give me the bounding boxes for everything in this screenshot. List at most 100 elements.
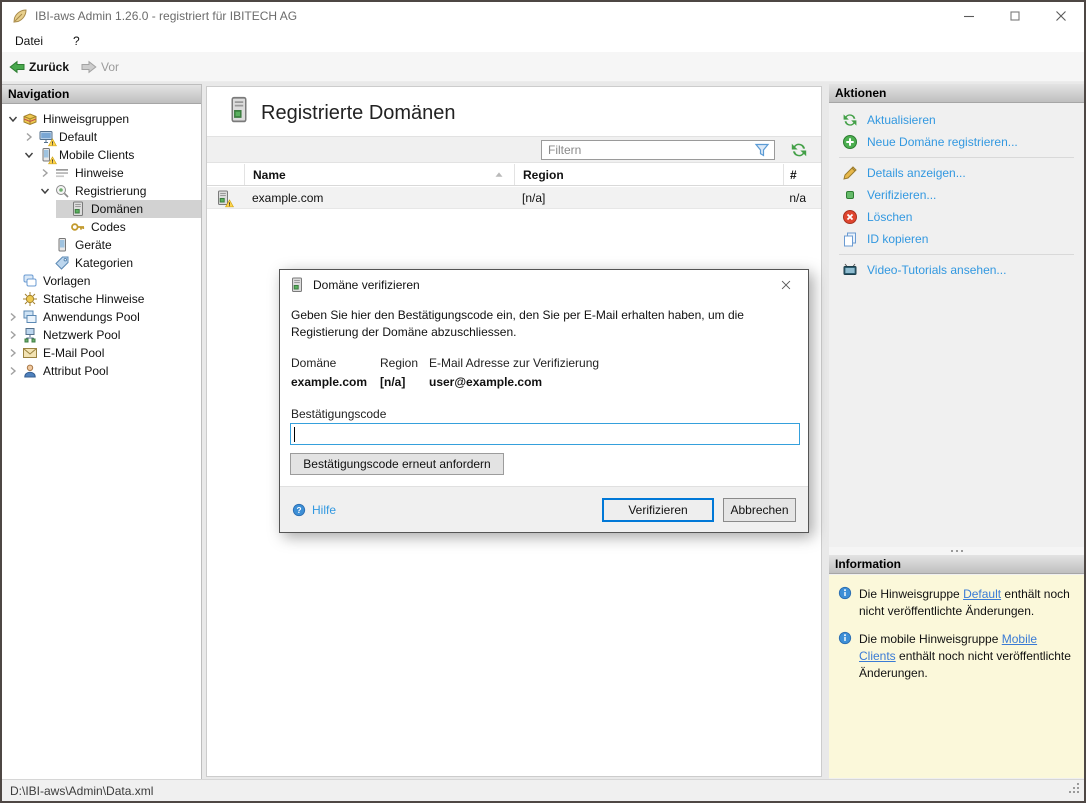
navigation-header: Navigation [2, 85, 201, 104]
sidebar-item-label: Hinweisgruppen [43, 112, 130, 126]
sidebar-item-hinweise[interactable]: Hinweise [2, 164, 201, 182]
sidebar-item-vorlagen[interactable]: Vorlagen [2, 272, 201, 290]
info-item: Die Hinweisgruppe Default enthält noch n… [829, 575, 1084, 620]
panel-splitter[interactable] [829, 547, 1084, 555]
row-count-cell: n/a [783, 187, 821, 208]
toolbar: Zurück Vor [2, 52, 1084, 82]
table-row[interactable]: example.com [n/a] n/a [207, 187, 821, 209]
sidebar-item-codes[interactable]: Codes [2, 218, 201, 236]
sidebar-item-label: Registrierung [75, 184, 147, 198]
sidebar-item-kategorien[interactable]: Kategorien [2, 254, 201, 272]
resize-grip[interactable] [1069, 783, 1081, 798]
divider [839, 254, 1074, 255]
sidebar-item-label: Default [59, 130, 98, 144]
title-bar: IBI-aws Admin 1.26.0 - registriert für I… [2, 2, 1084, 30]
sidebar-item-hinweisgruppen[interactable]: Hinweisgruppen [2, 110, 201, 128]
window-title: IBI-aws Admin 1.26.0 - registriert für I… [35, 9, 298, 23]
sidebar-item-label: Geräte [75, 238, 112, 252]
dialog-close-icon[interactable] [773, 272, 799, 298]
pencil-icon [842, 165, 858, 181]
row-icon-cell [207, 187, 244, 208]
sidebar-item-netzwerk-pool[interactable]: Netzwerk Pool [2, 326, 201, 344]
sidebar-item-attribut-pool[interactable]: Attribut Pool [2, 362, 201, 380]
refresh-icon [842, 112, 858, 128]
chevron-down-icon[interactable] [8, 114, 22, 124]
chevron-right-icon[interactable] [8, 312, 22, 322]
action-label: ID kopieren [867, 232, 929, 246]
minimize-button[interactable] [946, 2, 992, 30]
sidebar-item-domaenen[interactable]: Domänen [2, 200, 201, 218]
confirmation-code-input[interactable] [290, 423, 800, 445]
right-column: Aktionen Aktualisieren Neue Domäne regis… [829, 84, 1084, 779]
help-link[interactable]: Hilfe [292, 503, 336, 517]
sidebar-item-label: Statische Hinweise [43, 292, 145, 306]
column-header-name[interactable]: Name [244, 164, 514, 185]
column-header-region[interactable]: Region [514, 164, 783, 185]
sidebar-item-mobile-clients[interactable]: Mobile Clients [2, 146, 201, 164]
chevron-right-icon[interactable] [8, 366, 22, 376]
page-title: Registrierte Domänen [261, 102, 456, 124]
information-panel: Die Hinweisgruppe Default enthält noch n… [829, 575, 1084, 778]
filter-input[interactable] [541, 140, 775, 160]
sidebar-item-label: Vorlagen [43, 274, 91, 288]
close-button[interactable] [1038, 2, 1084, 30]
chevron-down-icon[interactable] [24, 150, 38, 160]
sidebar-item-label: Hinweise [75, 166, 124, 180]
chevron-right-icon[interactable] [8, 348, 22, 358]
sidebar-item-default[interactable]: Default [2, 128, 201, 146]
resend-code-button[interactable]: Bestätigungscode erneut anfordern [290, 453, 504, 475]
region-label: Region [380, 356, 419, 370]
forward-button[interactable]: Vor [81, 59, 119, 75]
sidebar-item-registrierung[interactable]: Registrierung [2, 182, 201, 200]
actions-header: Aktionen [829, 84, 1084, 103]
menu-item-file[interactable]: Datei [15, 34, 43, 48]
verify-domain-dialog: Domäne verifizieren Geben Sie hier den B… [279, 269, 809, 533]
registration-icon [54, 183, 70, 199]
menu-item-help[interactable]: ? [73, 34, 80, 48]
server-icon [289, 277, 305, 293]
sidebar-item-label: Netzwerk Pool [43, 328, 121, 342]
info-text: Die Hinweisgruppe [859, 587, 964, 601]
templates-icon [22, 273, 38, 289]
filter-funnel-icon[interactable] [754, 142, 770, 158]
back-label: Zurück [29, 59, 70, 74]
action-video-tutorials[interactable]: Video-Tutorials ansehen... [829, 259, 1084, 281]
icon-column-header[interactable] [207, 164, 244, 185]
refresh-icon[interactable] [790, 141, 808, 159]
verify-button[interactable]: Verifizieren [602, 497, 714, 522]
action-label: Aktualisieren [867, 113, 936, 127]
chevron-right-icon[interactable] [40, 168, 54, 178]
column-header-count[interactable]: # [783, 164, 821, 185]
dialog-footer: Hilfe Verifizieren Abbrechen [280, 486, 808, 532]
action-register-new-domain[interactable]: Neue Domäne registrieren... [829, 131, 1084, 153]
maximize-button[interactable] [992, 2, 1038, 30]
domain-name-value: example.com [252, 190, 324, 205]
dialog-title-bar: Domäne verifizieren [280, 270, 808, 300]
domains-page-icon [227, 96, 251, 124]
sidebar-item-anwendungs-pool[interactable]: Anwendungs Pool [2, 308, 201, 326]
action-show-details[interactable]: Details anzeigen... [829, 162, 1084, 184]
app-icon [12, 8, 28, 24]
action-verify[interactable]: Verifizieren... [829, 184, 1084, 206]
cancel-button[interactable]: Abbrechen [723, 497, 796, 522]
row-region-cell: [n/a] [514, 187, 783, 208]
chevron-down-icon[interactable] [40, 186, 54, 196]
status-file-path: D:\IBI-aws\Admin\Data.xml [10, 783, 154, 798]
column-name-label: Name [253, 167, 286, 182]
sidebar-item-statische-hinweise[interactable]: Statische Hinweise [2, 290, 201, 308]
app-window: IBI-aws Admin 1.26.0 - registriert für I… [0, 0, 1086, 803]
sidebar-item-geraete[interactable]: Geräte [2, 236, 201, 254]
sidebar-item-label: Codes [91, 220, 126, 234]
info-link-default[interactable]: Default [963, 587, 1001, 601]
windows-icon [22, 309, 38, 325]
sidebar-item-label: Domänen [91, 202, 144, 216]
region-value: [n/a] [522, 190, 546, 205]
action-refresh[interactable]: Aktualisieren [829, 109, 1084, 131]
sidebar-item-email-pool[interactable]: E-Mail Pool [2, 344, 201, 362]
action-delete[interactable]: Löschen [829, 206, 1084, 228]
chevron-right-icon[interactable] [8, 330, 22, 340]
chevron-right-icon[interactable] [24, 132, 38, 142]
tv-icon [842, 262, 858, 278]
back-button[interactable]: Zurück [9, 59, 69, 75]
action-copy-id[interactable]: ID kopieren [829, 228, 1084, 250]
